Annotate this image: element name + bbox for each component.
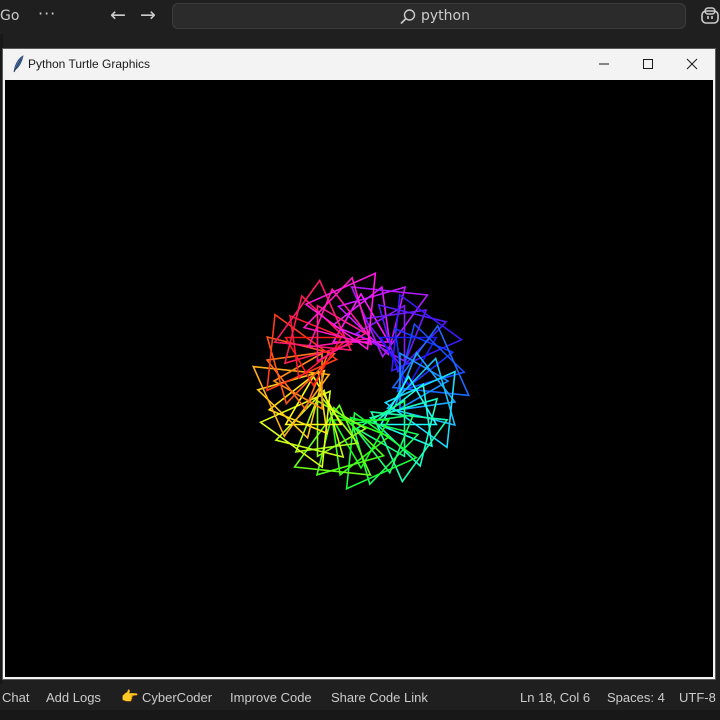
window-title: Python Turtle Graphics bbox=[28, 57, 151, 71]
status-chat[interactable]: Chat bbox=[2, 690, 29, 705]
status-indentation[interactable]: Spaces: 4 bbox=[607, 690, 665, 705]
maximize-button[interactable] bbox=[627, 49, 671, 80]
turtle-canvas[interactable] bbox=[5, 80, 713, 677]
status-encoding[interactable]: UTF-8 bbox=[679, 690, 716, 705]
pointing-hand-icon: 👉 bbox=[121, 688, 139, 704]
search-icon bbox=[400, 9, 416, 25]
vscode-titlebar: Go ··· ← → python bbox=[0, 0, 720, 34]
status-improve-code[interactable]: Improve Code bbox=[230, 690, 312, 705]
window-titlebar[interactable]: Python Turtle Graphics bbox=[3, 49, 715, 80]
status-cursor-position[interactable]: Ln 18, Col 6 bbox=[520, 690, 590, 705]
command-center-search[interactable]: python bbox=[172, 3, 686, 29]
back-arrow-icon[interactable]: ← bbox=[110, 4, 126, 26]
close-button[interactable] bbox=[671, 49, 715, 80]
status-bar: Chat Add Logs 👉 CyberCoder Improve Code … bbox=[0, 686, 720, 710]
bottom-strip bbox=[0, 710, 720, 720]
minimize-icon bbox=[599, 63, 609, 65]
forward-arrow-icon[interactable]: → bbox=[140, 4, 156, 26]
close-icon bbox=[686, 58, 698, 70]
menu-more-button[interactable]: ··· bbox=[38, 4, 56, 23]
rainbow-triangle-spiral bbox=[252, 272, 470, 490]
status-share-code-link[interactable]: Share Code Link bbox=[331, 690, 428, 705]
maximize-icon bbox=[643, 59, 653, 69]
feather-icon bbox=[13, 55, 24, 73]
turtle-graphics-window[interactable]: Python Turtle Graphics bbox=[2, 48, 716, 680]
status-add-logs[interactable]: Add Logs bbox=[46, 690, 101, 705]
minimize-button[interactable] bbox=[583, 49, 627, 80]
status-cybercoder[interactable]: CyberCoder bbox=[142, 690, 212, 705]
command-center-text: python bbox=[421, 8, 470, 24]
copilot-icon[interactable] bbox=[700, 6, 720, 26]
menu-go[interactable]: Go bbox=[0, 8, 19, 24]
